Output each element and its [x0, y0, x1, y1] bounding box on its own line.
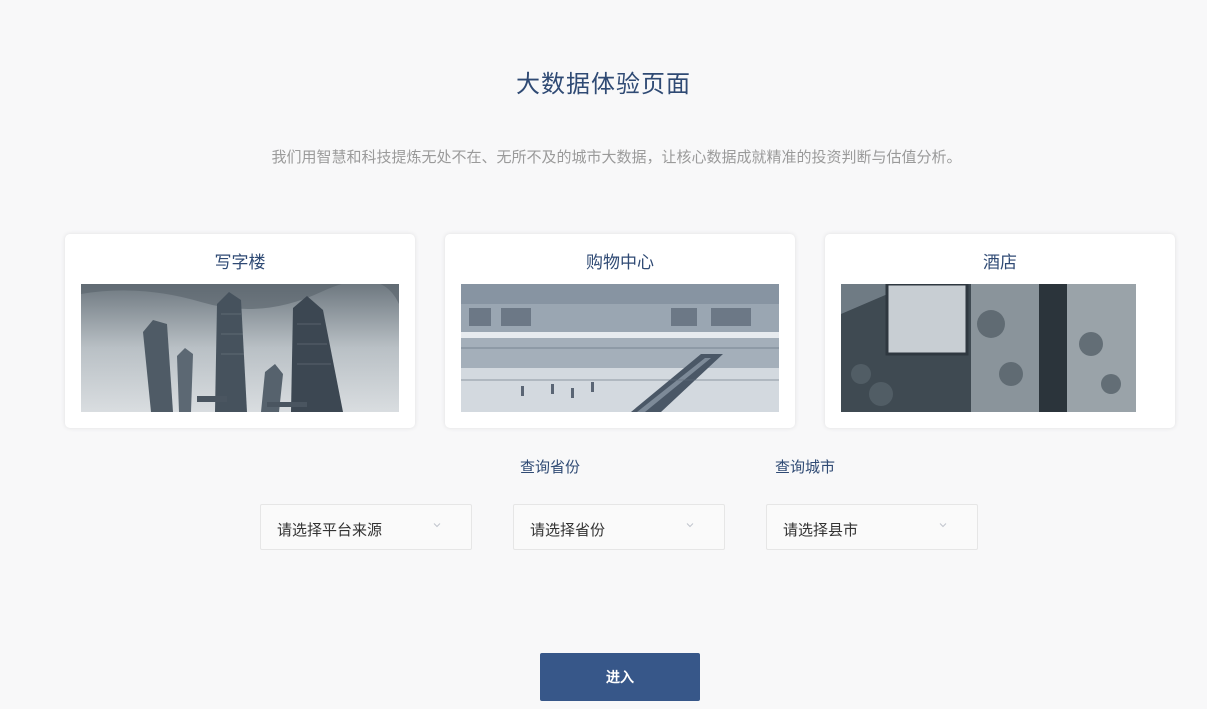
card-hotel[interactable]: 酒店	[825, 234, 1175, 428]
card-office-title: 写字楼	[214, 253, 266, 273]
province-label: 查询省份	[520, 458, 581, 476]
city-label: 查询城市	[775, 458, 836, 476]
page-title: 大数据体验页面	[516, 70, 691, 98]
city-select[interactable]: 请选择县市	[766, 504, 978, 550]
enter-button[interactable]: 进入	[540, 653, 700, 701]
chevron-down-icon	[686, 523, 694, 528]
page-subtitle: 我们用智慧和科技提炼无处不在、无所不及的城市大数据，让核心数据成就精准的投资判断…	[271, 148, 962, 166]
chevron-down-icon	[433, 523, 441, 528]
card-shopping-mall-title: 购物中心	[586, 253, 654, 273]
office-buildings-image	[81, 284, 399, 412]
platform-select[interactable]: 请选择平台来源	[260, 504, 472, 550]
card-hotel-title: 酒店	[983, 253, 1017, 273]
chevron-down-icon	[939, 523, 947, 528]
province-select-value: 请选择省份	[530, 521, 606, 539]
shopping-mall-image	[461, 284, 779, 412]
hotel-green-wall-image	[841, 284, 1159, 412]
city-select-value: 请选择县市	[783, 521, 859, 539]
card-shopping-mall[interactable]: 购物中心	[445, 234, 795, 428]
card-office[interactable]: 写字楼	[65, 234, 415, 428]
province-select[interactable]: 请选择省份	[513, 504, 725, 550]
platform-select-value: 请选择平台来源	[277, 521, 383, 539]
